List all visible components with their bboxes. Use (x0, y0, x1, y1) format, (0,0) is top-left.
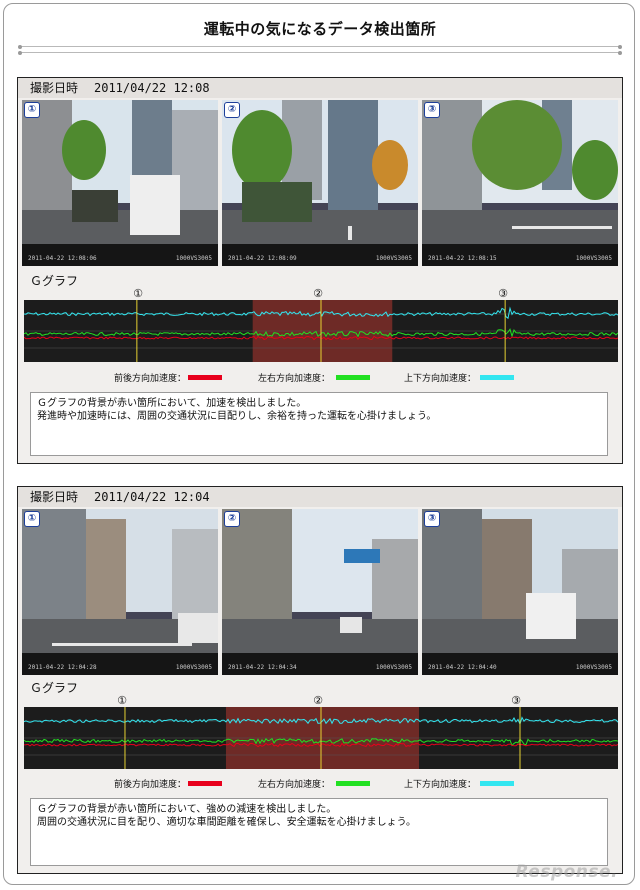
photo-id: 1000VS3005 (575, 255, 612, 262)
advice-line: 発進時や加速時には、周囲の交通状況に目配りし、余裕を持った運転を心掛けましょう。 (37, 411, 437, 422)
report-card: 撮影日時 2011/04/22 12:04 ① 2011-04-22 12:04… (17, 486, 623, 874)
legend-swatch-green (336, 375, 370, 380)
legend-lateral: 左右方向加速度： (258, 374, 331, 384)
photo-timestamp: 2011-04-22 12:04:34 (228, 664, 297, 671)
g-graph (24, 300, 618, 362)
shot-header: 撮影日時 2011/04/22 12:08 (18, 78, 622, 98)
camera-photo[interactable]: ③ 2011-04-22 12:04:40 1000VS3005 (422, 509, 618, 675)
g-graph-title: Ｇグラフ (30, 274, 79, 288)
photo-badge: ③ (424, 511, 440, 527)
photo-badge: ① (24, 511, 40, 527)
photo-timestamp: 2011-04-22 12:04:28 (28, 664, 97, 671)
shot-timestamp: 2011/04/22 12:08 (94, 81, 210, 95)
photo-badge: ② (224, 102, 240, 118)
graph-marker-label: ② (313, 694, 323, 707)
legend-vertical: 上下方向加速度： (404, 374, 477, 384)
title-divider (18, 51, 622, 55)
legend-longitudinal: 前後方向加速度： (114, 780, 187, 790)
legend-lateral: 左右方向加速度： (258, 780, 331, 790)
graph-marker-label: ② (313, 287, 323, 300)
g-graph-plot (24, 300, 618, 362)
legend-swatch-cyan (480, 781, 514, 786)
legend-longitudinal: 前後方向加速度： (114, 374, 187, 384)
shot-header: 撮影日時 2011/04/22 12:04 (18, 487, 622, 507)
g-graph (24, 707, 618, 769)
camera-photo[interactable]: ③ 2011-04-22 12:08:15 1000VS3005 (422, 100, 618, 266)
title-divider (18, 45, 622, 49)
advice-box: Ｇグラフの背景が赤い箇所において、強めの減速を検出しました。 周囲の交通状況に目… (30, 798, 608, 866)
g-graph-plot (24, 707, 618, 769)
graph-marker-label: ③ (498, 287, 508, 300)
graph-marker-label: ① (133, 287, 143, 300)
camera-photo[interactable]: ② 2011-04-22 12:08:09 1000VS3005 (222, 100, 418, 266)
camera-photo[interactable]: ② 2011-04-22 12:04:34 1000VS3005 (222, 509, 418, 675)
photo-badge: ① (24, 102, 40, 118)
photo-id: 1000VS3005 (175, 664, 212, 671)
photo-id: 1000VS3005 (375, 255, 412, 262)
advice-box: Ｇグラフの背景が赤い箇所において、加速を検出しました。 発進時や加速時には、周囲… (30, 392, 608, 456)
graph-marker-label: ③ (511, 694, 521, 707)
shot-label: 撮影日時 (30, 81, 79, 95)
legend-swatch-green (336, 781, 370, 786)
page-title: 運転中の気になるデータ検出箇所 (203, 20, 437, 38)
photo-badge: ② (224, 511, 240, 527)
shot-label: 撮影日時 (30, 490, 79, 504)
legend-swatch-red (188, 375, 222, 380)
legend-swatch-cyan (480, 375, 514, 380)
photo-id: 1000VS3005 (375, 664, 412, 671)
camera-photo[interactable]: ① 2011-04-22 12:08:06 1000VS3005 (22, 100, 218, 266)
shot-timestamp: 2011/04/22 12:04 (94, 490, 210, 504)
photo-id: 1000VS3005 (575, 664, 612, 671)
report-card: 撮影日時 2011/04/22 12:08 ① 2011-04-22 12:08… (17, 77, 623, 464)
legend-vertical: 上下方向加速度： (404, 780, 477, 790)
g-graph-title: Ｇグラフ (30, 681, 79, 695)
photo-timestamp: 2011-04-22 12:08:09 (228, 255, 297, 262)
camera-photo[interactable]: ① 2011-04-22 12:04:28 1000VS3005 (22, 509, 218, 675)
photo-id: 1000VS3005 (175, 255, 212, 262)
photo-timestamp: 2011-04-22 12:08:15 (428, 255, 497, 262)
advice-line: 周囲の交通状況に目を配り、適切な車間距離を確保し、安全運転を心掛けましょう。 (37, 817, 416, 828)
photo-badge: ③ (424, 102, 440, 118)
advice-line: Ｇグラフの背景が赤い箇所において、強めの減速を検出しました。 (37, 804, 337, 815)
photo-timestamp: 2011-04-22 12:08:06 (28, 255, 97, 262)
legend-swatch-red (188, 781, 222, 786)
graph-marker-label: ① (117, 694, 127, 707)
watermark-logo: Response. (515, 862, 618, 882)
advice-line: Ｇグラフの背景が赤い箇所において、加速を検出しました。 (37, 398, 307, 409)
photo-timestamp: 2011-04-22 12:04:40 (428, 664, 497, 671)
